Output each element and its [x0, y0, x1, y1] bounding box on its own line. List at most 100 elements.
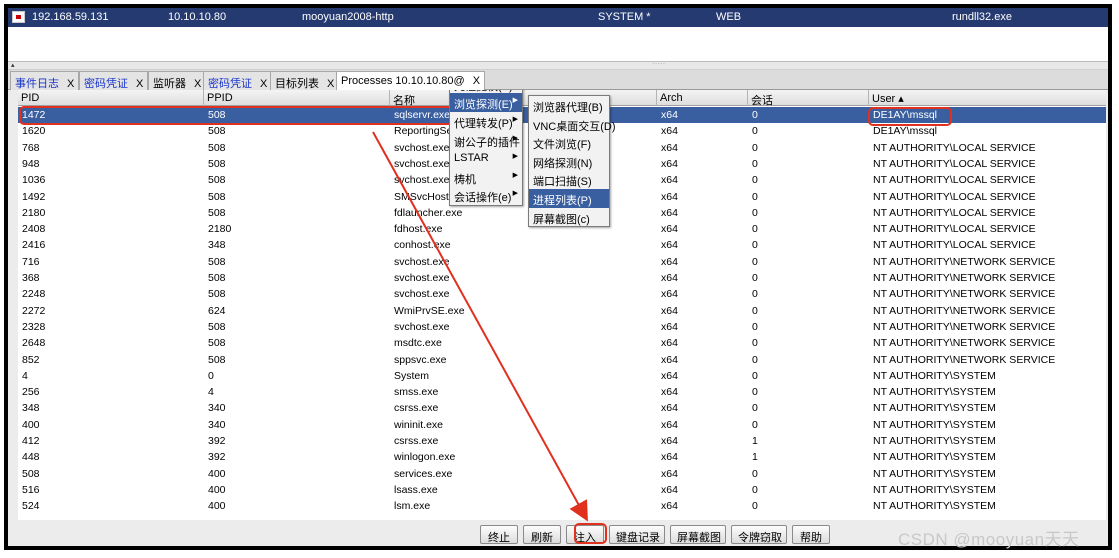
table-row[interactable]: 412 392 csrss.exe x64 1 NT AUTHORITY\SYSTEM: [18, 433, 1106, 449]
splitter-grip-icon[interactable]: ·····: [652, 59, 665, 68]
submenu-item[interactable]: 屏幕截图(c): [529, 208, 609, 227]
pane-splitter[interactable]: ▴▾ ·····: [8, 59, 1108, 77]
tab-targets[interactable]: 目标列表 X: [270, 71, 340, 90]
col-header-name[interactable]: 名称: [390, 90, 657, 107]
table-row[interactable]: 2272 624 WmiPrvSE.exe x64 0 NT AUTHORITY\NETW…: [18, 303, 1106, 319]
cell-user: NT AUTHORITY\NETWORK SERVICE: [873, 304, 1056, 317]
submenu-item[interactable]: 进程列表(P): [529, 188, 609, 208]
context-menu-item[interactable]: 代理转发(P) ▶: [450, 112, 522, 131]
cell-ppid: 508: [208, 190, 226, 203]
col-header-arch[interactable]: Arch: [657, 90, 748, 106]
help-button[interactable]: 帮助: [792, 525, 830, 544]
tab-credentials-2[interactable]: 密码凭证 X: [203, 71, 273, 90]
context-menu-item[interactable]: 浏览探测(E) ▶: [450, 93, 522, 112]
col-header-ppid[interactable]: PPID: [204, 90, 390, 106]
table-row[interactable]: 368 508 svchost.exe x64 0 NT AUTHORITY\NETWOR…: [18, 270, 1106, 286]
session-row[interactable]: 192.168.59.131 10.10.10.80 mooyuan2008-h…: [8, 8, 1108, 27]
cell-arch: x64: [661, 402, 678, 415]
menu-item-label: 浏览探测(E): [454, 99, 513, 112]
cell-ppid: 392: [208, 451, 226, 464]
context-menu-item[interactable]: 梼机 ▶: [450, 168, 522, 187]
cell-name: lsm.exe: [394, 500, 431, 513]
cell-user: DE1AY\mssql: [873, 125, 937, 138]
table-row[interactable]: 2648 508 msdtc.exe x64 0 NT AUTHORITY\NETWORK…: [18, 335, 1106, 351]
table-row[interactable]: 2416 348 conhost.exe x64 0 NT AUTHORITY\LOCAL…: [18, 237, 1106, 253]
cell-ppid: 4: [208, 386, 214, 399]
cell-pid: 368: [22, 272, 40, 284]
table-row[interactable]: 516 400 lsass.exe x64 0 NT AUTHORITY\SYSTEM: [18, 482, 1106, 498]
table-row[interactable]: 524 400 lsm.exe x64 0 NT AUTHORITY\SYSTEM: [18, 498, 1106, 514]
tab-label: 事件日志: [15, 78, 59, 90]
tab-credentials-1[interactable]: 密码凭证 X: [79, 71, 149, 90]
table-row[interactable]: 2328 508 svchost.exe x64 0 NT AUTHORITY\NETWO…: [18, 319, 1106, 335]
cell-session: 0: [752, 125, 758, 138]
cell-user: NT AUTHORITY\SYSTEM: [873, 435, 996, 447]
context-menu-item[interactable]: 谢公子的插件 ▶: [450, 131, 522, 150]
col-header-session[interactable]: 会话: [748, 90, 869, 107]
cell-name: csrss.exe: [394, 402, 439, 415]
cell-pid: 2408: [22, 223, 46, 236]
table-row[interactable]: 348 340 csrss.exe x64 0 NT AUTHORITY\SYSTEM: [18, 400, 1106, 416]
submenu-item[interactable]: 网络探测(N): [529, 152, 609, 171]
cell-session: 0: [752, 174, 758, 187]
tab-close-icon[interactable]: X: [194, 78, 201, 90]
cell-name: winlogon.exe: [394, 451, 456, 464]
cell-arch: x64: [661, 174, 678, 187]
cell-arch: x64: [661, 272, 678, 284]
cell-name: ReportingSer: [394, 125, 456, 138]
cell-user: NT AUTHORITY\LOCAL SERVICE: [873, 157, 1036, 170]
cell-user: NT AUTHORITY\NETWORK SERVICE: [873, 288, 1056, 301]
cell-user: NT AUTHORITY\NETWORK SERVICE: [873, 337, 1056, 350]
cell-ppid: 508: [208, 255, 226, 268]
tab-event-log[interactable]: 事件日志 X: [10, 71, 80, 90]
cell-arch: x64: [661, 157, 678, 170]
tab-close-icon[interactable]: X: [136, 78, 143, 90]
submenu-item[interactable]: 端口扫描(S): [529, 170, 609, 189]
context-menu-item[interactable]: LSTAR ▶: [450, 149, 522, 168]
col-header-user[interactable]: User ▴: [869, 90, 1106, 106]
tab-close-icon[interactable]: X: [260, 78, 267, 90]
tab-close-icon[interactable]: X: [327, 78, 334, 90]
cell-name: lsass.exe: [394, 483, 438, 496]
cell-user: NT AUTHORITY\NETWORK SERVICE: [873, 255, 1056, 268]
cell-session: 0: [752, 467, 758, 480]
table-row[interactable]: 448 392 winlogon.exe x64 1 NT AUTHORITY\SYSTE…: [18, 449, 1106, 465]
keylogger-button[interactable]: 键盘记录: [609, 525, 665, 544]
cell-user: NT AUTHORITY\LOCAL SERVICE: [873, 206, 1036, 219]
cell-session: 1: [752, 435, 758, 447]
submenu-item[interactable]: VNC桌面交互(D): [529, 115, 616, 134]
submenu-item[interactable]: 浏览器代理(B): [529, 96, 609, 115]
cell-user: NT AUTHORITY\NETWORK SERVICE: [873, 272, 1056, 284]
cell-arch: x64: [661, 451, 678, 464]
cell-pid: 1492: [22, 190, 46, 203]
cell-ppid: 2180: [208, 223, 232, 236]
cell-arch: x64: [661, 206, 678, 219]
table-row[interactable]: 716 508 svchost.exe x64 0 NT AUTHORITY\NETWOR…: [18, 254, 1106, 270]
tab-close-icon[interactable]: X: [67, 78, 74, 90]
table-row[interactable]: 508 400 services.exe x64 0 NT AUTHORITY\SYSTE…: [18, 466, 1106, 482]
table-row[interactable]: 2248 508 svchost.exe x64 0 NT AUTHORITY\NETWO…: [18, 286, 1106, 302]
tab-processes[interactable]: Processes 10.10.10.80@ X: [336, 71, 486, 91]
cell-user: NT AUTHORITY\LOCAL SERVICE: [873, 190, 1036, 203]
table-row[interactable]: 852 508 sppsvc.exe x64 0 NT AUTHORITY\NETWORK…: [18, 352, 1106, 368]
kill-button[interactable]: 终止: [480, 525, 518, 544]
col-header-pid[interactable]: PID: [18, 90, 204, 106]
refresh-button[interactable]: 刷新: [523, 525, 561, 544]
cell-ppid: 0: [208, 369, 214, 382]
table-row[interactable]: 400 340 wininit.exe x64 0 NT AUTHORITY\SYSTEM: [18, 417, 1106, 433]
context-menu-item[interactable]: 会话操作(e) ▶: [450, 186, 522, 205]
steal-token-button[interactable]: 令牌窃取: [731, 525, 787, 544]
cell-arch: x64: [661, 304, 678, 317]
session-list: 192.168.59.131 10.10.10.80 mooyuan2008-h…: [8, 8, 1108, 61]
table-row[interactable]: 256 4 smss.exe x64 0 NT AUTHORITY\SYSTEM: [18, 384, 1106, 400]
table-row[interactable]: 4 0 System x64 0 NT AUTHORITY\SYSTEM: [18, 368, 1106, 384]
cell-arch: x64: [661, 288, 678, 301]
process-table: PID PPID 名称 Arch 会话 User ▴ 1472 508 sqlser…: [18, 90, 1106, 520]
submenu-arrow-icon: ▶: [512, 171, 518, 179]
menu-item-label: 梼机: [454, 173, 476, 186]
screenshot-button[interactable]: 屏幕截图: [670, 525, 726, 544]
cell-session: 0: [752, 402, 758, 415]
tab-listeners[interactable]: 监听器 X: [148, 71, 207, 90]
tab-close-icon[interactable]: X: [473, 75, 480, 87]
submenu-item[interactable]: 文件浏览(F): [529, 133, 609, 152]
